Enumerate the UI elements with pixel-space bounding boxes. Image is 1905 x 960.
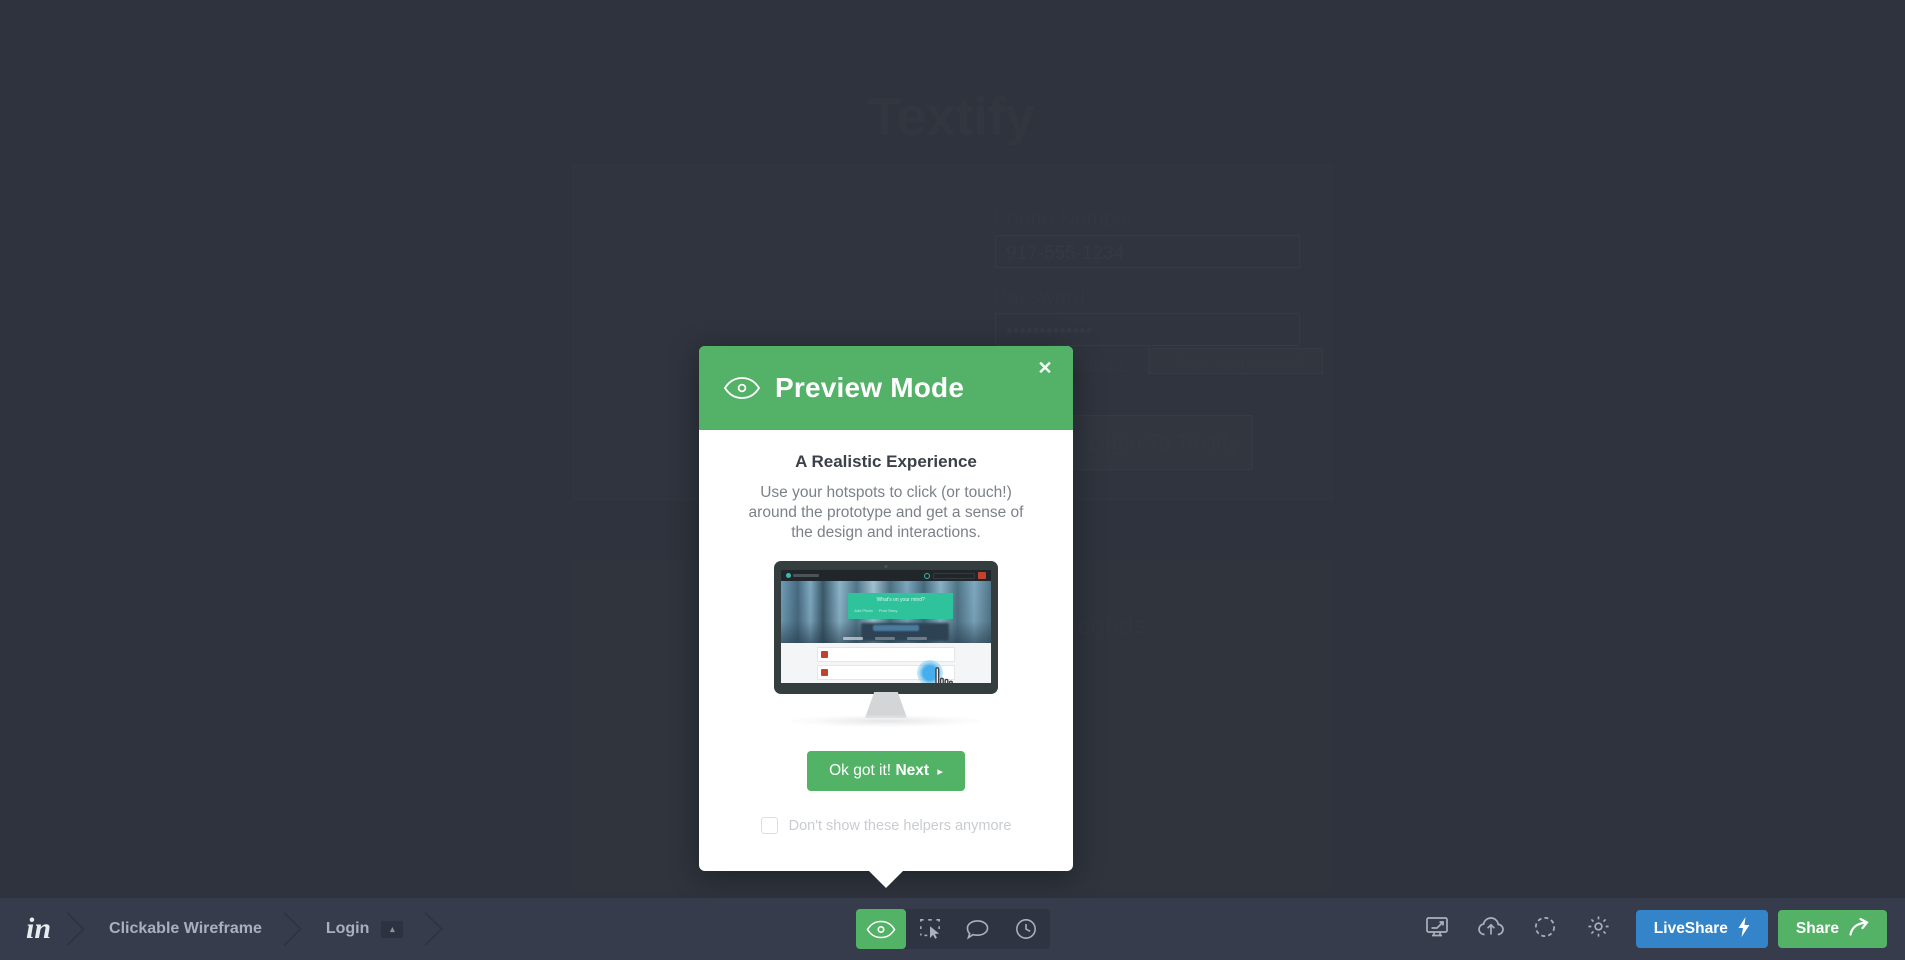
mini-topbar — [781, 570, 991, 581]
liveshare-button[interactable]: LiveShare — [1635, 910, 1768, 948]
mini-topbar-right — [924, 572, 986, 579]
logo-text: in — [26, 912, 52, 945]
lightning-bolt-icon — [1738, 916, 1750, 942]
avatar — [821, 651, 828, 658]
mini-composer-btn-1: Add Photo — [854, 608, 873, 613]
eye-icon — [723, 376, 761, 400]
sidebar-item-comments[interactable] — [954, 909, 1002, 949]
webcam-dot-icon — [884, 565, 888, 568]
speech-bubble-icon — [966, 919, 989, 940]
share-button[interactable]: Share — [1777, 910, 1887, 948]
dialog-title: Preview Mode — [775, 372, 965, 403]
monitor-preview-illustration: What's on your mind? Add Photo Post Stor… — [729, 561, 1043, 741]
sidebar-item-history[interactable] — [1002, 909, 1050, 949]
prototype-phone-label: Phone Number: — [993, 208, 1141, 231]
prototype-login-button[interactable]: Login To Textify — [1073, 415, 1253, 470]
breadcrumb: in Clickable Wireframe Login ▴ — [0, 898, 437, 960]
dialog-header: Preview Mode ✕ — [699, 346, 1073, 430]
share-label: Share — [1795, 920, 1839, 937]
monitor-base — [791, 715, 981, 727]
sidebar-item-preview-mode[interactable] — [855, 909, 906, 949]
upload-button[interactable] — [1464, 898, 1518, 960]
mini-hero-book — [873, 625, 920, 631]
prototype-password-input[interactable]: ••••••••••••• — [995, 313, 1300, 346]
ok-got-it-next-button[interactable]: Ok got it! Next ▸ — [807, 751, 965, 791]
prototype-forgot-password[interactable]: I forgot my password — [1148, 348, 1323, 374]
dont-show-helpers-label: Don't show these helpers anymore — [788, 817, 1012, 834]
mini-tabs-row — [781, 634, 991, 643]
clock-icon — [1015, 918, 1037, 940]
dont-show-helpers-checkbox[interactable] — [760, 817, 778, 834]
prototype-phone-input[interactable]: 917-555-1234 — [995, 235, 1300, 268]
monitor-frame: What's on your mind? Add Photo Post Stor… — [774, 561, 998, 694]
prototype-password-label: Password: — [993, 286, 1092, 309]
bottom-toolbar: in Clickable Wireframe Login ▴ LiveShare… — [0, 898, 1905, 960]
dialog-pointer — [869, 871, 903, 888]
refresh-button[interactable] — [1518, 898, 1572, 960]
hotspot-select-icon — [919, 918, 941, 940]
mini-search-field — [933, 572, 975, 579]
mini-composer-btn-2: Post Story — [878, 608, 898, 613]
mini-tab — [843, 637, 863, 640]
close-icon[interactable]: ✕ — [1033, 356, 1057, 380]
dashed-circle-icon — [1534, 916, 1556, 943]
breadcrumb-item-project[interactable]: Clickable Wireframe — [79, 898, 296, 960]
liveshare-label: LiveShare — [1653, 920, 1728, 937]
dont-show-helpers-row[interactable]: Don't show these helpers anymore — [729, 817, 1043, 834]
breadcrumb-label: Clickable Wireframe — [109, 920, 262, 937]
mini-avatar — [978, 572, 986, 579]
center-tool-group — [855, 909, 1050, 949]
monitor-screen: What's on your mind? Add Photo Post Stor… — [781, 570, 991, 683]
gear-icon — [1587, 915, 1610, 943]
settings-button[interactable] — [1572, 898, 1626, 960]
arrow-share-icon — [1849, 917, 1869, 941]
mini-tab — [875, 637, 895, 640]
prototype-title: Textify — [868, 87, 1035, 147]
chevron-right-icon: ▸ — [937, 766, 943, 778]
body-text: Use your hotspots to click (or touch!) a… — [748, 484, 1024, 541]
eye-icon — [866, 920, 896, 939]
mini-composer-title: What's on your mind? — [876, 597, 925, 603]
mini-tab — [907, 637, 927, 640]
chevron-up-icon[interactable]: ▴ — [381, 920, 404, 938]
fullscreen-button[interactable] — [1410, 898, 1464, 960]
mini-search-icon — [924, 572, 930, 579]
primary-button-prefix: Ok got it! — [829, 762, 892, 779]
preview-mode-dialog: Preview Mode ✕ A Realistic Experience Us… — [699, 346, 1073, 888]
right-tool-group: LiveShare Share — [1410, 898, 1887, 960]
breadcrumb-item-screen[interactable]: Login ▴ — [296, 898, 438, 960]
avatar — [821, 669, 828, 676]
mini-logo-icon — [786, 573, 819, 578]
hand-cursor-icon — [925, 666, 959, 683]
mini-status-composer: What's on your mind? Add Photo Post Stor… — [848, 593, 954, 619]
dialog-body: A Realistic Experience Use your hotspots… — [699, 430, 1073, 834]
invision-logo[interactable]: in — [0, 898, 79, 960]
primary-button-emphasis: Next — [895, 762, 930, 779]
sidebar-item-hotspot[interactable] — [906, 909, 954, 949]
cloud-upload-icon — [1477, 916, 1504, 942]
breadcrumb-label: Login — [325, 920, 370, 937]
mini-hero-image: What's on your mind? Add Photo Post Stor… — [781, 581, 991, 643]
mini-feed — [781, 643, 991, 683]
monitor-expand-icon — [1425, 916, 1449, 943]
body-heading: A Realistic Experience — [795, 452, 977, 471]
